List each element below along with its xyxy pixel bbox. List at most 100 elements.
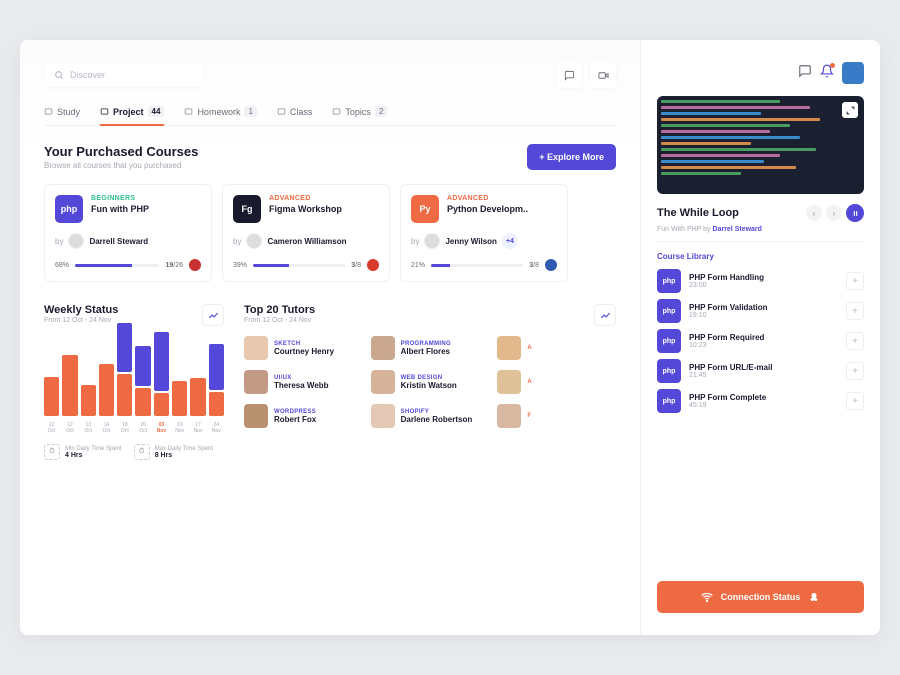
- lesson-icon: php: [657, 269, 681, 293]
- course-title: Figma Workshop: [269, 204, 379, 214]
- by-label: by: [411, 237, 419, 246]
- chart-toggle-button[interactable]: [202, 304, 224, 326]
- tutor-name: Darlene Robertson: [401, 415, 473, 424]
- chart-bar: [209, 344, 224, 416]
- tab-homework[interactable]: Homework 1: [184, 106, 256, 125]
- pause-icon: [852, 210, 859, 217]
- library-item[interactable]: php PHP Form Validation 19:10 +: [657, 299, 864, 323]
- purchased-subtitle: Browse all courses that you purchased: [44, 161, 198, 170]
- user-avatar[interactable]: [842, 62, 864, 84]
- tutor-card[interactable]: PROGRAMMING Albert Flores: [371, 336, 490, 360]
- message-button[interactable]: [556, 62, 582, 88]
- video-button[interactable]: [590, 62, 616, 88]
- tutor-card[interactable]: A: [497, 370, 616, 394]
- tutor-card[interactable]: WEB DESIGN Kristin Watson: [371, 370, 490, 394]
- lesson-icon: php: [657, 329, 681, 353]
- explore-button[interactable]: + Explore More: [527, 144, 616, 170]
- tab-study[interactable]: Study: [44, 106, 80, 125]
- search-input[interactable]: Discover: [44, 63, 204, 87]
- tab-class[interactable]: Class: [277, 106, 313, 125]
- course-icon: php: [55, 195, 83, 223]
- add-button[interactable]: +: [846, 272, 864, 290]
- course-level: ADVANCED: [447, 195, 557, 202]
- course-level: ADVANCED: [269, 195, 379, 202]
- flag-icon: [189, 259, 201, 271]
- add-button[interactable]: +: [846, 392, 864, 410]
- tutor-card[interactable]: SKETCH Courtney Henry: [244, 336, 363, 360]
- tutor-avatar: [497, 370, 521, 394]
- lesson-icon: php: [657, 299, 681, 323]
- tab-label: Study: [57, 107, 80, 117]
- add-button[interactable]: +: [846, 302, 864, 320]
- tutor-card[interactable]: SHOPIFY Darlene Robertson: [371, 404, 490, 428]
- bell-icon: [820, 64, 834, 78]
- lesson-title: PHP Form URL/E-mail: [689, 363, 838, 372]
- tutor-category: A: [527, 379, 532, 385]
- chart-icon: [600, 310, 611, 321]
- max-time-stat: ⏱ Max Daily Time Spent8 Hrs: [134, 444, 213, 460]
- library-title: Course Library: [657, 252, 864, 261]
- code-preview: [657, 96, 864, 194]
- butterfly-icon: [808, 591, 820, 603]
- x-label: 24Nov: [209, 422, 224, 434]
- lesson-title: PHP Form Handling: [689, 273, 838, 282]
- chart-bar: [135, 346, 150, 416]
- lesson-time: 10:23: [689, 342, 838, 349]
- expand-icon: [846, 106, 855, 115]
- tab-label: Project: [113, 107, 144, 117]
- folder-icon: [100, 107, 109, 116]
- tab-project[interactable]: Project 44: [100, 106, 164, 125]
- tutor-card[interactable]: A: [497, 336, 616, 360]
- tab-topics[interactable]: Topics 2: [332, 106, 387, 125]
- course-card[interactable]: Fg ADVANCED Figma Workshop by Cameron Wi…: [222, 184, 390, 282]
- tutors-toggle-button[interactable]: [594, 304, 616, 326]
- course-level: BEGINNERS: [91, 195, 201, 202]
- library-item[interactable]: php PHP Form Required 10:23 +: [657, 329, 864, 353]
- course-card[interactable]: php BEGINNERS Fun with PHP by Darrell St…: [44, 184, 212, 282]
- tutor-category: F: [527, 413, 531, 419]
- tab-label: Class: [290, 107, 313, 117]
- tutor-card[interactable]: UI/UX Theresa Webb: [244, 370, 363, 394]
- lesson-time: 45:19: [689, 402, 838, 409]
- author-link[interactable]: Darrel Steward: [713, 226, 762, 233]
- add-button[interactable]: +: [846, 332, 864, 350]
- tutor-card[interactable]: F: [497, 404, 616, 428]
- expand-button[interactable]: [842, 102, 858, 118]
- course-count: 3/8: [529, 262, 539, 269]
- course-count: 19/26: [165, 262, 183, 269]
- tab-bar: Study Project 44 Homework 1 Class Topics…: [44, 106, 616, 126]
- progress-bar: [75, 264, 159, 267]
- add-button[interactable]: +: [846, 362, 864, 380]
- notification-button[interactable]: [820, 64, 834, 83]
- more-authors[interactable]: +4: [502, 233, 518, 249]
- course-count: 3/8: [351, 262, 361, 269]
- library-item[interactable]: php PHP Form Complete 45:19 +: [657, 389, 864, 413]
- tutor-category: WORDPRESS: [274, 409, 316, 415]
- lesson-title: PHP Form Required: [689, 333, 838, 342]
- tutor-card[interactable]: WORDPRESS Robert Fox: [244, 404, 363, 428]
- course-icon: Fg: [233, 195, 261, 223]
- video-player[interactable]: [657, 96, 864, 194]
- author-name: Cameron Williamson: [267, 237, 346, 246]
- wifi-icon: [701, 591, 713, 603]
- course-card[interactable]: Py ADVANCED Python Developm.. by Jenny W…: [400, 184, 568, 282]
- library-item[interactable]: php PHP Form URL/E-mail 21:45 +: [657, 359, 864, 383]
- connection-status[interactable]: Connection Status: [657, 581, 864, 613]
- prev-button[interactable]: ‹: [806, 205, 822, 221]
- comment-button[interactable]: [798, 64, 812, 83]
- search-icon: [54, 70, 64, 80]
- progress-bar: [431, 264, 523, 267]
- x-label: 12Oct: [44, 422, 59, 434]
- folder-icon: [277, 107, 286, 116]
- weekly-range: From 12 Oct - 24 Nov: [44, 317, 118, 324]
- library-item[interactable]: php PHP Form Handling 23:00 +: [657, 269, 864, 293]
- x-label: 13Oct: [81, 422, 96, 434]
- tutor-avatar: [371, 404, 395, 428]
- x-label: 17Nov: [190, 422, 205, 434]
- tab-badge: 2: [375, 106, 387, 117]
- chart-bar: [99, 364, 114, 417]
- pause-button[interactable]: [846, 204, 864, 222]
- next-button[interactable]: ›: [826, 205, 842, 221]
- search-placeholder: Discover: [70, 70, 105, 80]
- tutor-category: A: [527, 345, 532, 351]
